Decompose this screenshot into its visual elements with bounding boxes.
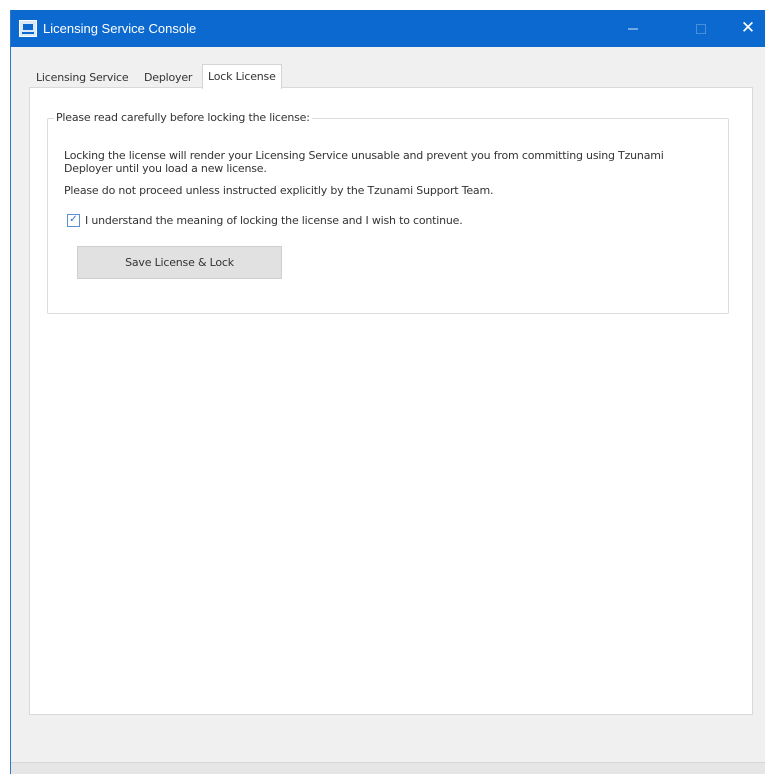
window-title: Licensing Service Console	[43, 21, 197, 36]
tab-licensing-service[interactable]: Licensing Service	[31, 68, 133, 88]
warning-text: Locking the license will render your Lic…	[64, 149, 664, 175]
title-bar[interactable]: Licensing Service Console ✕	[11, 10, 765, 47]
tab-deployer[interactable]: Deployer	[139, 68, 197, 88]
confirm-checkbox-label[interactable]: I understand the meaning of locking the …	[85, 214, 463, 227]
tab-lock-license[interactable]: Lock License	[202, 64, 282, 89]
maximize-icon	[696, 23, 706, 34]
close-button[interactable]: ✕	[725, 10, 765, 47]
maximize-button[interactable]	[678, 10, 724, 47]
lock-license-tab-page: Please read carefully before locking the…	[29, 87, 753, 715]
confirm-checkbox-row[interactable]: ✓ I understand the meaning of locking th…	[67, 212, 463, 228]
close-icon: ✕	[740, 18, 756, 38]
groupbox-title: Please read carefully before locking the…	[54, 111, 312, 124]
confirm-checkbox[interactable]: ✓	[67, 213, 80, 227]
app-icon	[19, 20, 37, 37]
lock-license-groupbox: Please read carefully before locking the…	[47, 111, 729, 314]
save-license-lock-button[interactable]: Save License & Lock	[77, 246, 282, 279]
minimize-button[interactable]	[610, 10, 656, 47]
app-window: Licensing Service Console ✕ Licensing Se…	[10, 10, 765, 774]
minimize-icon	[628, 27, 638, 30]
checkmark-icon: ✓	[69, 214, 78, 225]
tab-strip: Licensing Service Deployer Lock License	[29, 64, 749, 89]
support-notice-text: Please do not proceed unless instructed …	[64, 184, 494, 197]
status-bar	[11, 762, 765, 774]
